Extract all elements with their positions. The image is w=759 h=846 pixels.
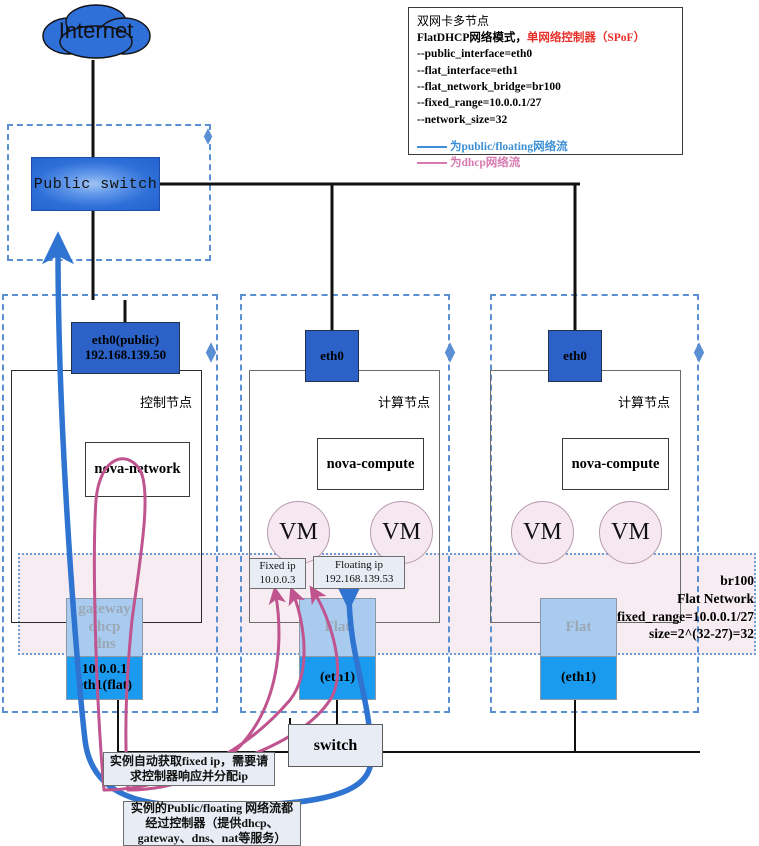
public-flow-swatch-icon [417,146,447,149]
legend-key-dhcp-label: 为dhcp网络流 [450,157,521,170]
bottom-switch-box[interactable]: switch [288,724,383,767]
legend-key-public: 为public/floating网络流 [417,139,675,155]
floating-ip-callout[interactable]: Floating ip 192.168.139.53 [313,556,405,589]
legend-option-3: --fixed_range=10.0.0.1/27 [417,97,542,110]
fixed-ip-value: 10.0.0.3 [259,573,296,586]
legend-line-1: 双网卡多节点 [417,14,490,28]
floating-ip-value: 192.168.139.53 [324,572,394,585]
legend-key-dhcp: 为dhcp网络流 [417,155,675,171]
dhcp-note-box: 实例自动获取fixed ip，需要请求控制器响应并分配ip [103,752,275,786]
floating-ip-label: Floating ip [335,558,383,571]
fixed-ip-label: Fixed ip [259,559,296,572]
legend-key-public-label: 为public/floating网络流 [450,141,568,153]
legend-box: 双网卡多节点 FlatDHCP网络模式，单网络控制器（SPoF） --publi… [408,7,683,169]
fixed-ip-callout[interactable]: Fixed ip 10.0.0.3 [249,558,306,589]
legend-mode-label: FlatDHCP网络模式， [417,32,527,45]
public-flow-note-text: 实例的Public/floating 网络流都经过控制器（提供dhcp、gate… [130,801,294,845]
network-diagram-canvas: Internet Public switch eth0(public) 192.… [0,0,759,846]
legend-option-0: --public_interface=eth0 [417,48,533,61]
public-flow-note-box: 实例的Public/floating 网络流都经过控制器（提供dhcp、gate… [123,801,301,846]
legend-option-1: --flat_interface=eth1 [417,64,519,77]
legend-option-4: --network_size=32 [417,113,508,126]
dhcp-flow-swatch-icon [417,162,447,165]
legend-spof-label: 单网络控制器（SPoF） [526,32,646,45]
dhcp-note-text: 实例自动获取fixed ip，需要请求控制器响应并分配ip [109,754,269,783]
bottom-switch-label: switch [313,736,358,754]
legend-option-2: --flat_network_bridge=br100 [417,81,561,94]
